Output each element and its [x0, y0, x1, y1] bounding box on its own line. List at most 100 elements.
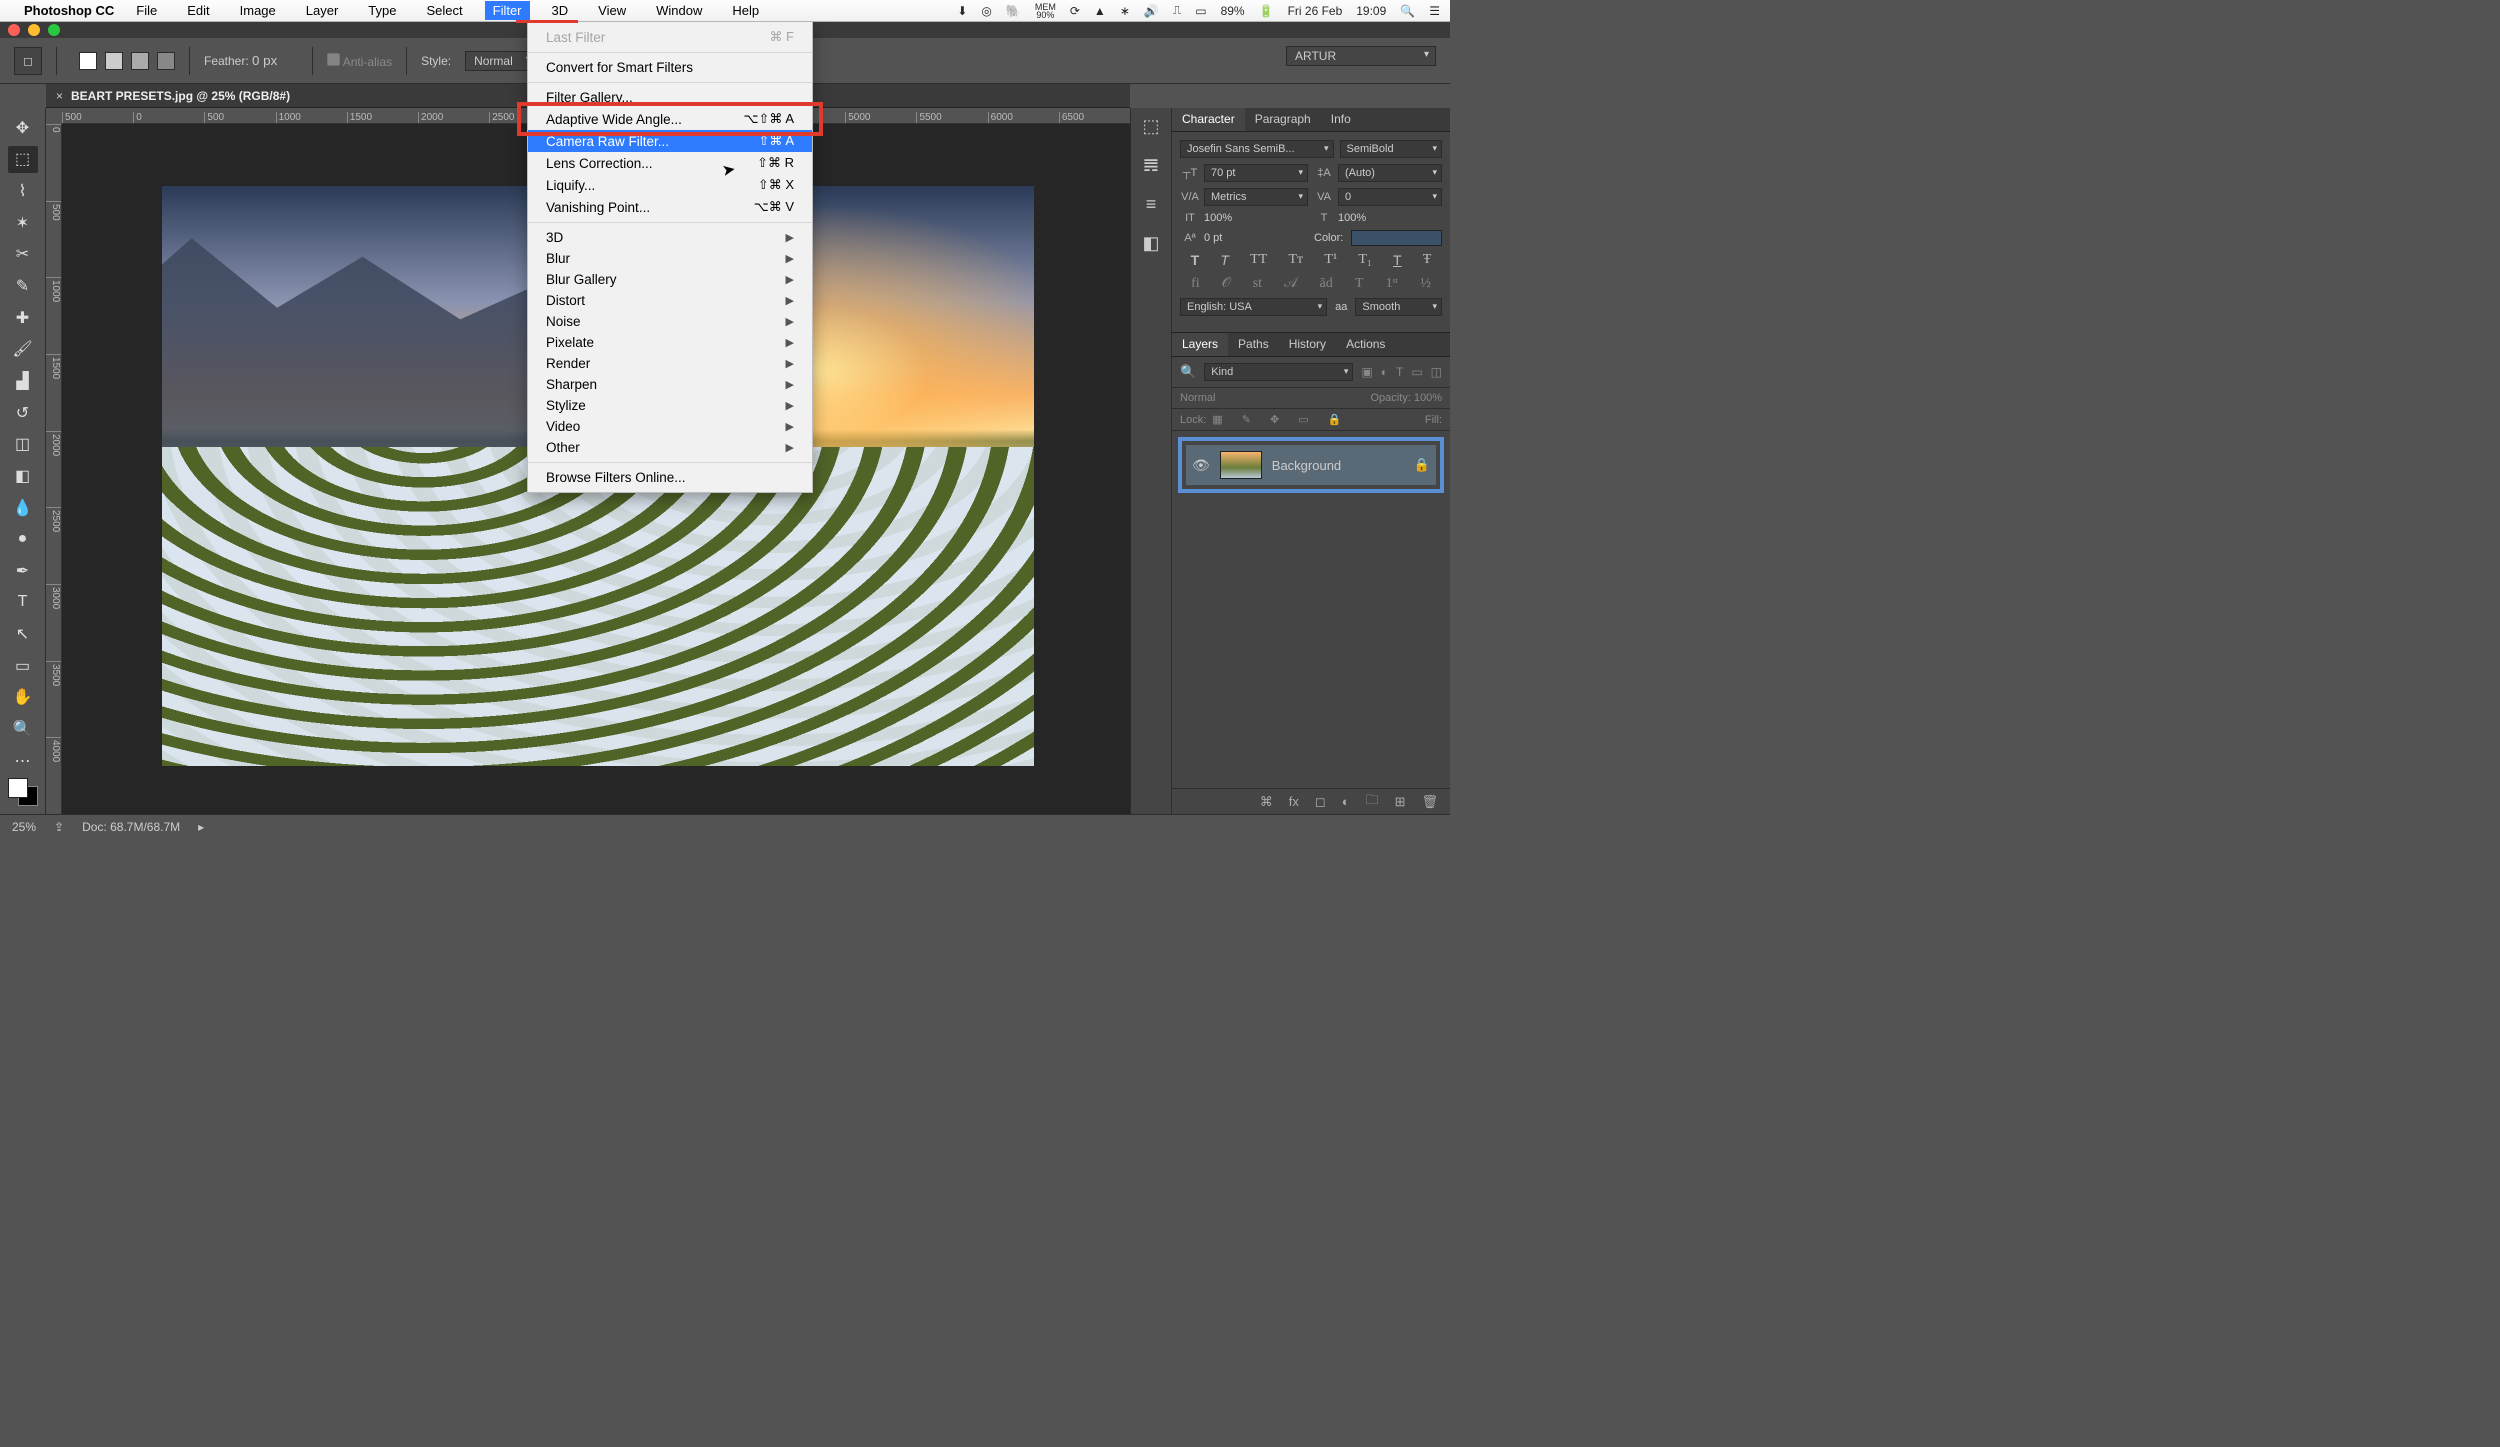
gradient-tool-icon[interactable]: ◧	[8, 462, 38, 490]
healing-tool-icon[interactable]: ✚	[8, 304, 38, 332]
zoom-level[interactable]: 25%	[12, 820, 36, 834]
font-family-select[interactable]: Josefin Sans SemiB...	[1180, 140, 1334, 158]
crop-tool-icon[interactable]: ✂	[8, 241, 38, 269]
submenu-blur[interactable]: Blur▶	[528, 248, 812, 269]
menu-liquify[interactable]: Liquify...⇧⌘ X	[528, 174, 812, 196]
ordinal-icon[interactable]: T	[1355, 276, 1364, 292]
type-tool-icon[interactable]: T	[8, 589, 38, 617]
submenu-video[interactable]: Video▶	[528, 416, 812, 437]
volume-icon[interactable]: 🔊	[1144, 4, 1159, 18]
eyedropper-tool-icon[interactable]: ✎	[8, 272, 38, 300]
menu-file[interactable]: File	[128, 1, 165, 20]
layer-thumbnail[interactable]	[1220, 451, 1262, 479]
selection-subtract-icon[interactable]	[131, 52, 149, 70]
doc-size[interactable]: Doc: 68.7M/68.7M	[82, 820, 180, 834]
battery-percent[interactable]: 89%	[1221, 4, 1245, 18]
menu-camera-raw-filter[interactable]: Camera Raw Filter...⇧⌘ A	[528, 130, 812, 152]
selection-new-icon[interactable]	[79, 52, 97, 70]
submenu-noise[interactable]: Noise▶	[528, 311, 812, 332]
filter-adjustment-icon[interactable]: ◐	[1381, 365, 1388, 379]
time[interactable]: 19:09	[1356, 4, 1386, 18]
pen-tool-icon[interactable]: ✒	[8, 557, 38, 585]
brush-tool-icon[interactable]: 🖌	[8, 335, 38, 363]
workspace-select[interactable]: ARTUR	[1286, 46, 1436, 66]
shape-tool-icon[interactable]: ▭	[8, 652, 38, 680]
new-fill-icon[interactable]: ◐	[1342, 794, 1350, 809]
spotlight-icon[interactable]: 🔍	[1400, 4, 1415, 18]
filter-pixel-icon[interactable]: ▣	[1361, 365, 1372, 379]
fractions-icon[interactable]: 1ˢᵗ	[1386, 276, 1399, 292]
display-icon[interactable]: ▭	[1195, 4, 1206, 18]
menu-adaptive-wide-angle[interactable]: Adaptive Wide Angle...⌥⇧⌘ A	[528, 108, 812, 130]
selection-add-icon[interactable]	[105, 52, 123, 70]
swash-icon[interactable]: 𝒜	[1284, 276, 1297, 292]
close-tab-icon[interactable]: ×	[56, 89, 63, 103]
link-layers-icon[interactable]: ⌘	[1260, 794, 1273, 810]
tab-paragraph[interactable]: Paragraph	[1245, 108, 1321, 131]
new-layer-icon[interactable]: ⊞	[1395, 794, 1406, 810]
memory-indicator[interactable]: MEM 90%	[1035, 3, 1056, 19]
filter-smart-icon[interactable]: ◫	[1431, 365, 1442, 379]
menu-filter-gallery[interactable]: Filter Gallery...	[528, 87, 812, 108]
tab-actions[interactable]: Actions	[1336, 333, 1395, 356]
bold-icon[interactable]: T	[1191, 252, 1200, 270]
submenu-stylize[interactable]: Stylize▶	[528, 395, 812, 416]
titling-icon[interactable]: ād	[1320, 276, 1333, 292]
close-window-button[interactable]	[8, 24, 20, 36]
menu-3d[interactable]: 3D	[544, 1, 577, 20]
half-icon[interactable]: ½	[1420, 276, 1431, 292]
menu-icon[interactable]: ☰	[1429, 4, 1440, 18]
lock-icon[interactable]: 🔒	[1414, 457, 1430, 473]
menu-select[interactable]: Select	[418, 1, 470, 20]
minimize-window-button[interactable]	[28, 24, 40, 36]
submenu-blur-gallery[interactable]: Blur Gallery▶	[528, 269, 812, 290]
ligature-icon[interactable]: fi	[1191, 276, 1200, 292]
submenu-3d[interactable]: 3D▶	[528, 227, 812, 248]
menu-filter[interactable]: Filter	[485, 1, 530, 20]
bluetooth-icon[interactable]: ∗	[1120, 4, 1130, 18]
menu-view[interactable]: View	[590, 1, 634, 20]
tab-info[interactable]: Info	[1321, 108, 1361, 131]
panel-adjustments-icon[interactable]: ≡	[1146, 194, 1157, 215]
eraser-tool-icon[interactable]: ◫	[8, 430, 38, 458]
allcaps-icon[interactable]: TT	[1250, 252, 1267, 270]
edit-toolbar-icon[interactable]: ⋯	[8, 747, 38, 775]
filter-type-icon[interactable]: T	[1396, 365, 1403, 379]
tab-paths[interactable]: Paths	[1228, 333, 1279, 356]
text-color-swatch[interactable]	[1351, 230, 1442, 246]
layer-mask-icon[interactable]: ◻	[1315, 794, 1326, 810]
current-tool-icon[interactable]: ◻	[14, 47, 42, 75]
filter-kind-icon[interactable]: 🔍	[1180, 364, 1196, 380]
menu-browse-filters-online[interactable]: Browse Filters Online...	[528, 467, 812, 488]
sync-icon[interactable]: ⟳	[1070, 4, 1080, 18]
quick-select-tool-icon[interactable]: ✶	[8, 209, 38, 237]
submenu-pixelate[interactable]: Pixelate▶	[528, 332, 812, 353]
app-name[interactable]: Photoshop CC	[24, 3, 114, 18]
tab-layers[interactable]: Layers	[1172, 333, 1228, 356]
superscript-icon[interactable]: T¹	[1324, 252, 1337, 270]
tracking-select[interactable]: 0	[1338, 188, 1442, 206]
dodge-tool-icon[interactable]: ●	[8, 525, 38, 553]
tab-character[interactable]: Character	[1172, 108, 1245, 131]
oldstyle-icon[interactable]: 𝒪	[1222, 276, 1231, 292]
kind-filter-select[interactable]: Kind	[1204, 363, 1353, 381]
export-icon[interactable]: ⇪	[54, 820, 64, 834]
menu-edit[interactable]: Edit	[179, 1, 217, 20]
history-brush-tool-icon[interactable]: ↺	[8, 399, 38, 427]
foreground-color[interactable]	[8, 778, 28, 798]
panel-styles-icon[interactable]: ◧	[1142, 233, 1159, 254]
new-group-icon[interactable]: 🗀	[1366, 791, 1379, 813]
move-tool-icon[interactable]: ✥	[8, 114, 38, 142]
submenu-other[interactable]: Other▶	[528, 437, 812, 458]
font-weight-select[interactable]: SemiBold	[1340, 140, 1443, 158]
hand-tool-icon[interactable]: ✋	[8, 684, 38, 712]
wifi-icon[interactable]: ⎍	[1173, 3, 1181, 18]
document-tab[interactable]: BEART PRESETS.jpg @ 25% (RGB/8#)	[71, 89, 290, 103]
status-arrow-icon[interactable]: ▸	[198, 820, 204, 834]
filter-shape-icon[interactable]: ▭	[1411, 365, 1422, 379]
language-select[interactable]: English: USA	[1180, 298, 1327, 316]
subscript-icon[interactable]: T₁	[1358, 252, 1371, 270]
layer-style-icon[interactable]: fx	[1289, 794, 1299, 809]
stylistic-icon[interactable]: st	[1253, 276, 1262, 292]
menu-convert-smart[interactable]: Convert for Smart Filters	[528, 57, 812, 78]
